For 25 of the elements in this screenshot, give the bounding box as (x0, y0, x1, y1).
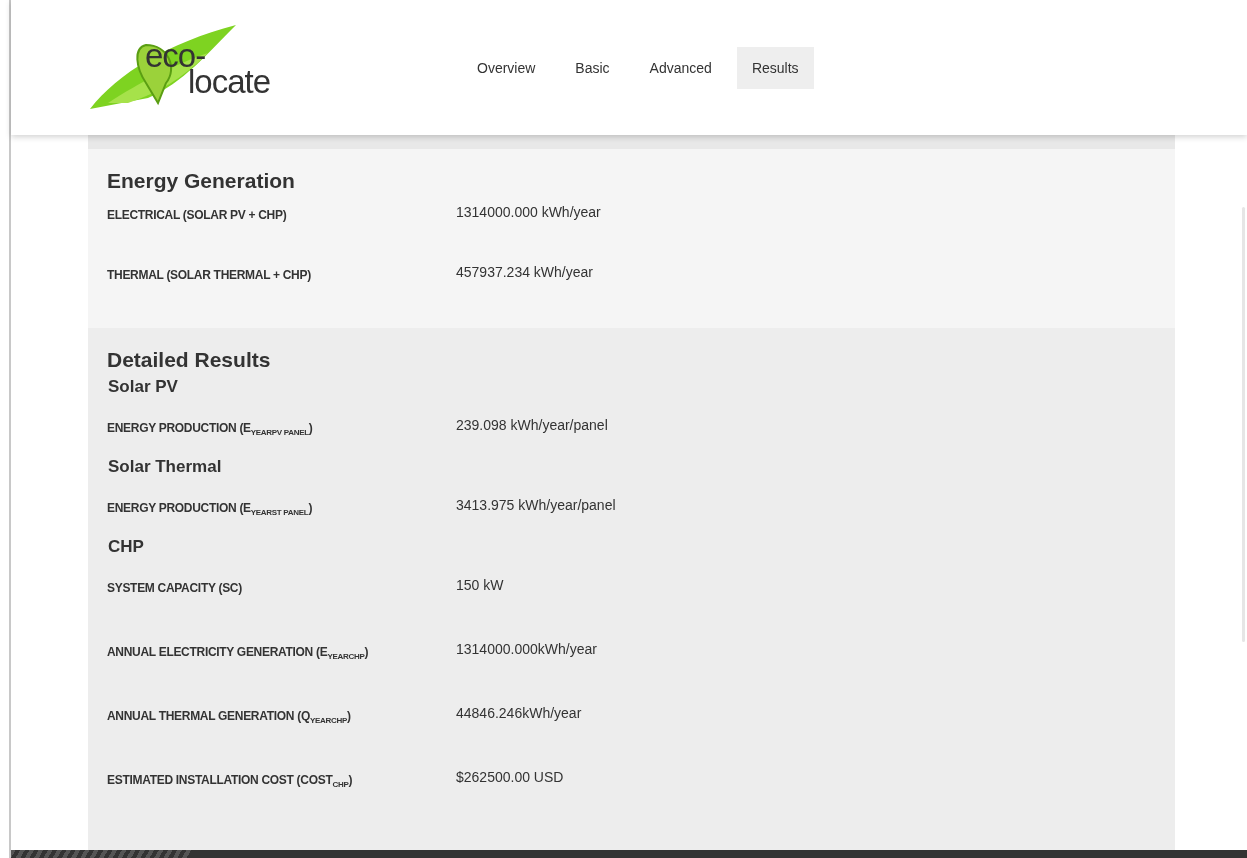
field-label: ANNUAL ELECTRICITY GENERATION (E$_{YEAR}$$_{CHP}$) (107, 644, 370, 662)
field-label: ENERGY PRODUCTION (E$_{YEAR}$$_{ST PANEL}$) (107, 500, 314, 518)
section-title: Detailed Results (107, 348, 272, 372)
section-title: Energy Generation (107, 169, 296, 193)
nav-tab[interactable]: Basic (560, 46, 625, 89)
field-value: 1314000.000 kWh/year (456, 203, 601, 220)
subsection-title: Solar PV (108, 377, 179, 397)
field-value: 1314000.000kWh/year (456, 640, 597, 657)
field-value: 3413.975 kWh/year/panel (456, 496, 616, 513)
field-label: ENERGY PRODUCTION (E$_{YEAR}$$_{PV PANEL}$) (107, 420, 314, 438)
field-value: 457937.234 kWh/year (456, 263, 593, 280)
field-value: $262500.00 USD (456, 768, 564, 785)
subsection-title: CHP (108, 537, 145, 557)
field-label: THERMAL (SOLAR THERMAL + CHP) (107, 267, 312, 282)
subsection-title: Solar Thermal (108, 457, 223, 477)
field-label: ESTIMATED INSTALLATION COST (COST$_{CHP}$) (107, 772, 354, 790)
nav-tab[interactable]: Overview (462, 46, 551, 89)
nav-tab[interactable]: Advanced (634, 46, 727, 89)
field-value: 239.098 kWh/year/panel (456, 416, 608, 433)
nav-tab[interactable]: Results (736, 46, 814, 89)
field-value: 150 kW (456, 576, 504, 593)
field-label: ELECTRICAL (SOLAR PV + CHP) (107, 207, 288, 222)
field-label: SYSTEM CAPACITY (SC) (107, 580, 243, 595)
field-label: ANNUAL THERMAL GENERATION (Q$_{YEAR}$$_{CHP}$) (107, 708, 352, 726)
field-value: 44846.246kWh/year (456, 704, 582, 721)
